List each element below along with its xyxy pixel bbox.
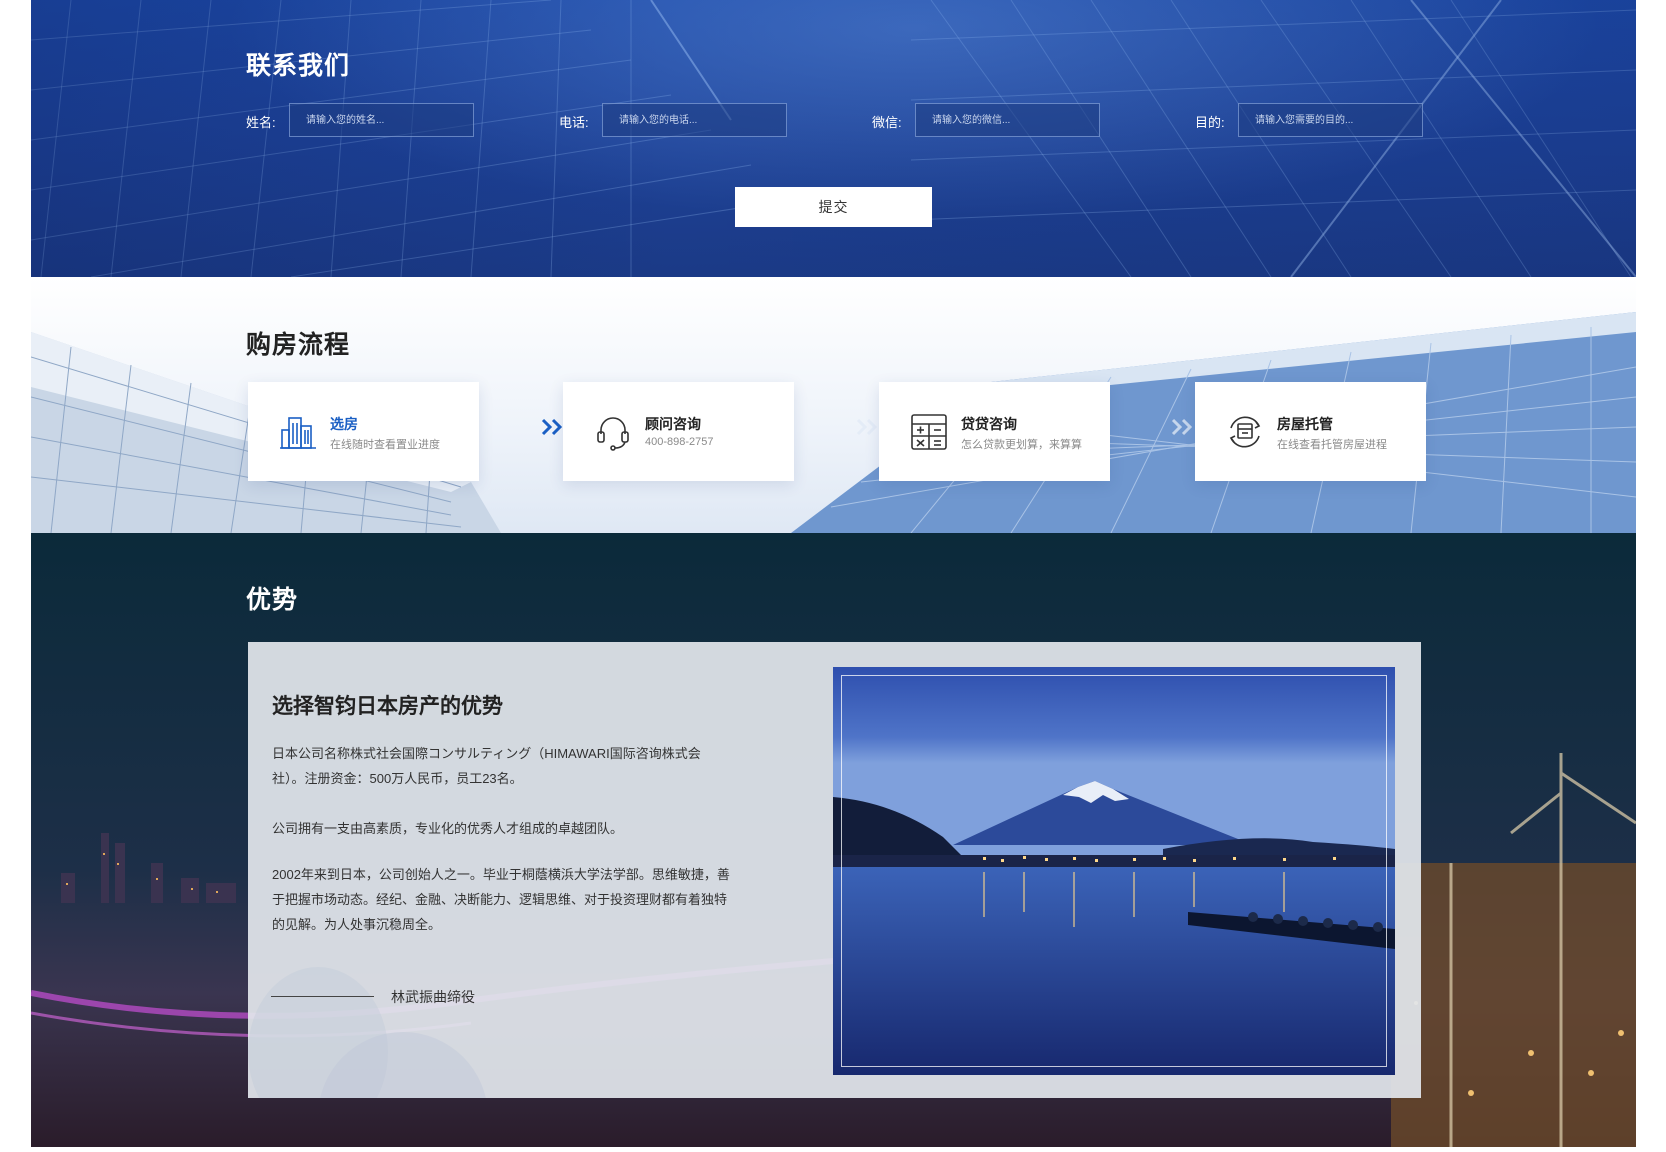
step-desc: 在线随时查看置业进度 <box>330 439 440 451</box>
photo-frame <box>841 675 1387 1067</box>
house-hand-icon <box>1229 416 1261 448</box>
advantage-title: 优势 <box>246 586 299 614</box>
phone-label: 电话: <box>559 115 589 130</box>
purpose-input[interactable] <box>1238 103 1423 137</box>
step-card-loan-consult[interactable]: 贷贷咨询 怎么贷款更划算，来算算 <box>879 382 1110 481</box>
purpose-label: 目的: <box>1195 115 1225 130</box>
signature-line <box>271 996 374 997</box>
name-label: 姓名: <box>246 115 276 130</box>
phone-input[interactable] <box>602 103 787 137</box>
submit-button[interactable]: 提交 <box>735 187 932 227</box>
step-title: 贷贷咨询 <box>961 416 1017 432</box>
step-card-choose-house[interactable]: 选房 在线随时查看置业进度 <box>248 382 479 481</box>
buildings-icon <box>280 417 316 449</box>
step-desc: 在线查看托管房屋进程 <box>1277 439 1387 451</box>
founder-paragraph: 2002年来到日本，公司创始人之一。毕业于桐蔭横浜大学法学部。思维敏捷，善于把握… <box>272 867 730 932</box>
step-card-property-management[interactable]: 房屋托管 在线查看托管房屋进程 <box>1195 382 1426 481</box>
process-title: 购房流程 <box>246 331 351 359</box>
wechat-label: 微信: <box>872 115 902 130</box>
advantage-section: 优势 选择智钧日本房产的优势 日本公司名称株式社会国際コンサルティング（HIMA… <box>31 533 1636 1147</box>
advantage-card: 选择智钧日本房产的优势 日本公司名称株式社会国際コンサルティング（HIMAWAR… <box>248 642 1421 1098</box>
step-card-consultant[interactable]: 顾问咨询 400-898-2757 <box>563 382 794 481</box>
step-title: 房屋托管 <box>1277 416 1333 432</box>
background-sheen <box>31 0 1636 277</box>
company-info-paragraph: 日本公司名称株式社会国際コンサルティング（HIMAWARI国际咨询株式会社）。注… <box>272 746 701 786</box>
name-input[interactable] <box>289 103 474 137</box>
advantage-heading: 选择智钧日本房产的优势 <box>272 695 503 718</box>
step-desc: 怎么贷款更划算，来算算 <box>961 439 1082 451</box>
contact-section: 联系我们 姓名: 电话: 微信: 目的: 提交 <box>31 0 1636 277</box>
step-desc: 400-898-2757 <box>645 436 714 448</box>
process-section: 购房流程 选房 在线随时查看置业进度 顾问咨询 400-898-2757 贷贷咨… <box>31 277 1636 533</box>
contact-title: 联系我们 <box>246 52 351 80</box>
page: 联系我们 姓名: 电话: 微信: 目的: 提交 <box>31 0 1636 1147</box>
wechat-input[interactable] <box>915 103 1100 137</box>
team-paragraph: 公司拥有一支由高素质，专业化的优秀人才组成的卓越团队。 <box>272 821 624 836</box>
headset-icon <box>597 417 629 451</box>
mount-fuji-lake-night-photo <box>833 667 1395 1075</box>
step-title: 顾问咨询 <box>645 416 701 432</box>
signature-name: 林武振曲缔役 <box>391 989 475 1005</box>
calculator-icon <box>911 414 947 450</box>
step-title: 选房 <box>330 416 358 432</box>
